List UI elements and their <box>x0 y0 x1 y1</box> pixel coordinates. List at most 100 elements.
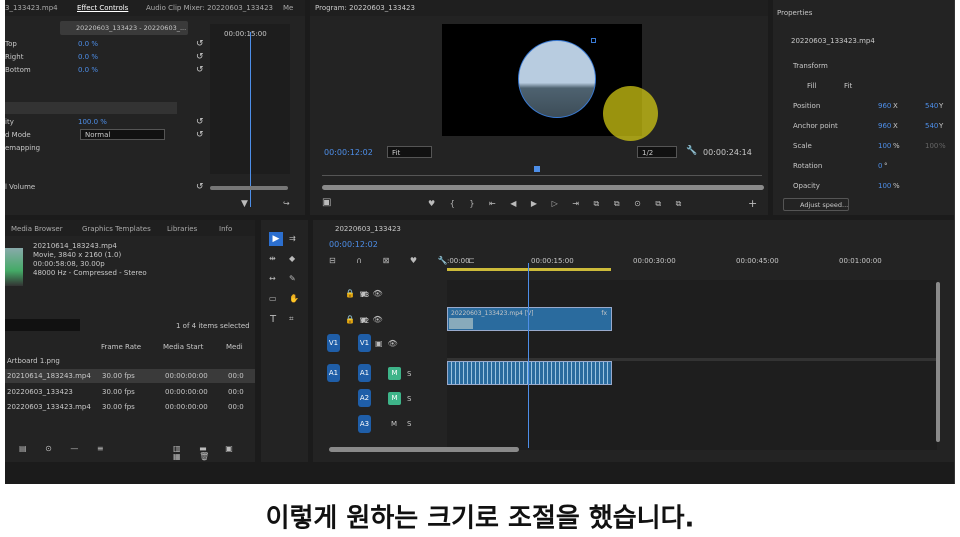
prop-right-value[interactable]: 0.0 % <box>78 53 98 61</box>
reset-icon[interactable]: ↺ <box>196 39 204 49</box>
list-item[interactable]: 20220603_133423 30.00 fps 00:00:00:00 00… <box>5 385 255 399</box>
frame-icon[interactable]: ⌗ <box>289 315 294 323</box>
preview-info-1: Movie, 3840 x 2160 (1.0) <box>33 251 122 259</box>
tab-audio-clip-mixer[interactable]: Audio Clip Mixer: 20220603_133423 <box>146 4 273 12</box>
track-select-icon[interactable]: ⇉ <box>289 235 296 243</box>
mask-handle[interactable] <box>591 38 596 43</box>
prop-bottom-value[interactable]: 0.0 % <box>78 66 98 74</box>
project-panel: Media Browser Graphics Templates Librari… <box>5 220 255 462</box>
ripple-edit-icon[interactable]: ⇹ <box>269 255 276 263</box>
fit-option[interactable]: Fit <box>844 82 852 90</box>
list-item[interactable]: 20210614_183243.mp4 30.00 fps 00:00:00:0… <box>5 369 255 383</box>
export-icon[interactable]: ↪ <box>283 200 290 208</box>
tab-libraries[interactable]: Libraries <box>167 225 197 233</box>
hand-icon[interactable]: ✋ <box>289 295 299 303</box>
anchor-x[interactable]: 960 <box>878 122 891 130</box>
fit-select[interactable]: Fit <box>387 146 432 158</box>
tab-metadata[interactable]: Me <box>283 4 293 12</box>
tab-media-browser[interactable]: Media Browser <box>11 225 63 233</box>
track-target-a1[interactable]: A1 <box>358 364 371 382</box>
filter-icon[interactable]: ▼ <box>241 200 248 209</box>
razor-icon[interactable]: ◆ <box>289 255 295 263</box>
mute-a3[interactable]: M <box>391 420 397 428</box>
col-media-start[interactable]: Media Start <box>163 343 203 351</box>
track-target-a2[interactable]: A2 <box>358 389 371 407</box>
reset-icon[interactable]: ↺ <box>196 117 204 127</box>
scale-label: Scale <box>793 142 812 150</box>
anchor-y[interactable]: 540 <box>925 122 938 130</box>
type-icon[interactable]: T <box>270 315 276 325</box>
rectangle-icon[interactable]: ▭ <box>269 295 277 303</box>
adjust-speed-button[interactable]: Adjust speed... <box>783 198 849 211</box>
source-patch-a1[interactable]: A1 <box>327 364 340 382</box>
audio-clip[interactable] <box>447 361 612 385</box>
program-playhead[interactable] <box>534 166 540 172</box>
resolution-select[interactable]: 1/2 <box>637 146 677 158</box>
solo-a3[interactable]: S <box>407 420 411 428</box>
add-button-icon[interactable]: + <box>748 198 757 209</box>
rotation-unit: ° <box>884 162 888 170</box>
work-area-bar[interactable] <box>447 268 611 271</box>
track-target-a3[interactable]: A3 <box>358 415 371 433</box>
wrench-icon[interactable]: 🔧 <box>686 147 697 156</box>
timeline-ruler[interactable]: :00:00 00:00:15:00 00:00:30:00 00:00:45:… <box>447 254 937 272</box>
selection-tool-icon[interactable]: ▶ <box>269 232 283 246</box>
program-ruler[interactable] <box>322 166 762 176</box>
v1-toggle-icons[interactable]: ▣👁 <box>375 340 403 348</box>
track-target-v1[interactable]: V1 <box>358 334 371 352</box>
video-mask-ellipse[interactable] <box>518 40 596 118</box>
timeline-timecode[interactable]: 00:00:12:02 <box>329 240 378 249</box>
transform-section[interactable]: Transform <box>793 62 828 70</box>
source-patch-v1[interactable]: V1 <box>327 334 340 352</box>
pen-icon[interactable]: ✎ <box>289 275 296 283</box>
reset-icon[interactable]: ↺ <box>196 65 204 75</box>
project-search[interactable] <box>5 319 80 331</box>
mute-a2[interactable]: M <box>388 392 401 405</box>
list-item[interactable]: Artboard 1.png <box>5 354 255 368</box>
col-frame-rate[interactable]: Frame Rate <box>101 343 141 351</box>
position-y[interactable]: 540 <box>925 102 938 110</box>
solo-a2[interactable]: S <box>407 395 411 403</box>
mute-a1[interactable]: M <box>388 367 401 380</box>
position-x[interactable]: 960 <box>878 102 891 110</box>
tab-effect-controls[interactable]: Effect Controls <box>77 4 128 12</box>
project-actions-icons[interactable]: ▥ ▬ ▣ ▦ 🗑 <box>173 445 255 461</box>
project-toolbar-icons[interactable]: ▤ ⊙ — ≡ <box>19 445 112 453</box>
scale-x[interactable]: 100 <box>878 142 891 150</box>
timeline-tab[interactable]: 20220603_133423 <box>335 225 401 233</box>
timeline-playhead[interactable] <box>528 263 529 448</box>
clip-selector[interactable]: 20220603_133423 - 20220603_... <box>60 21 188 35</box>
tab-source[interactable]: 3_133423.mp4 <box>5 4 58 12</box>
prop-right-label: Right <box>5 53 24 61</box>
blend-mode-select[interactable]: Normal <box>80 129 165 140</box>
col-media-end[interactable]: Medi <box>226 343 243 351</box>
vertical-scroll[interactable] <box>936 282 940 442</box>
opacity-value[interactable]: 100.0 % <box>78 118 107 126</box>
ec-scroll[interactable] <box>210 186 288 190</box>
track-label-v2: V2 <box>360 317 370 325</box>
reset-icon[interactable]: ↺ <box>196 182 204 192</box>
timeline-scroll[interactable] <box>329 447 519 452</box>
ec-timeline[interactable]: 00:00:15:00 <box>210 24 290 207</box>
settings-icon[interactable]: ▣ <box>322 198 331 208</box>
list-item[interactable]: 20220603_133423.mp4 30.00 fps 00:00:00:0… <box>5 400 255 414</box>
ec-playhead[interactable] <box>250 32 251 207</box>
reset-icon[interactable]: ↺ <box>196 52 204 62</box>
prop-top-value[interactable]: 0.0 % <box>78 40 98 48</box>
program-timecode[interactable]: 00:00:12:02 <box>324 148 373 157</box>
section-bar <box>5 102 177 114</box>
ruler-mark: 00:01:00:00 <box>839 257 882 265</box>
program-scroll[interactable] <box>322 185 764 190</box>
rotation-value[interactable]: 0 <box>878 162 882 170</box>
fill-option[interactable]: Fill <box>807 82 816 90</box>
transport-controls[interactable]: ♥ { } ⇤ ◀ ▶ ▷ ⇥ ⧉ ⧉ ⊙ ⧉ ⧉ <box>428 200 687 208</box>
opacity-value[interactable]: 100 <box>878 182 891 190</box>
reset-icon[interactable]: ↺ <box>196 130 204 140</box>
solo-a1[interactable]: S <box>407 370 411 378</box>
tab-info[interactable]: Info <box>219 225 232 233</box>
slip-icon[interactable]: ↔ <box>269 275 276 283</box>
tab-graphics-templates[interactable]: Graphics Templates <box>82 225 151 233</box>
video-clip[interactable]: 20220603_133423.mp4 [V] fx <box>447 307 612 331</box>
cursor-highlight <box>603 86 658 141</box>
properties-file: 20220603_133423.mp4 <box>791 37 875 45</box>
